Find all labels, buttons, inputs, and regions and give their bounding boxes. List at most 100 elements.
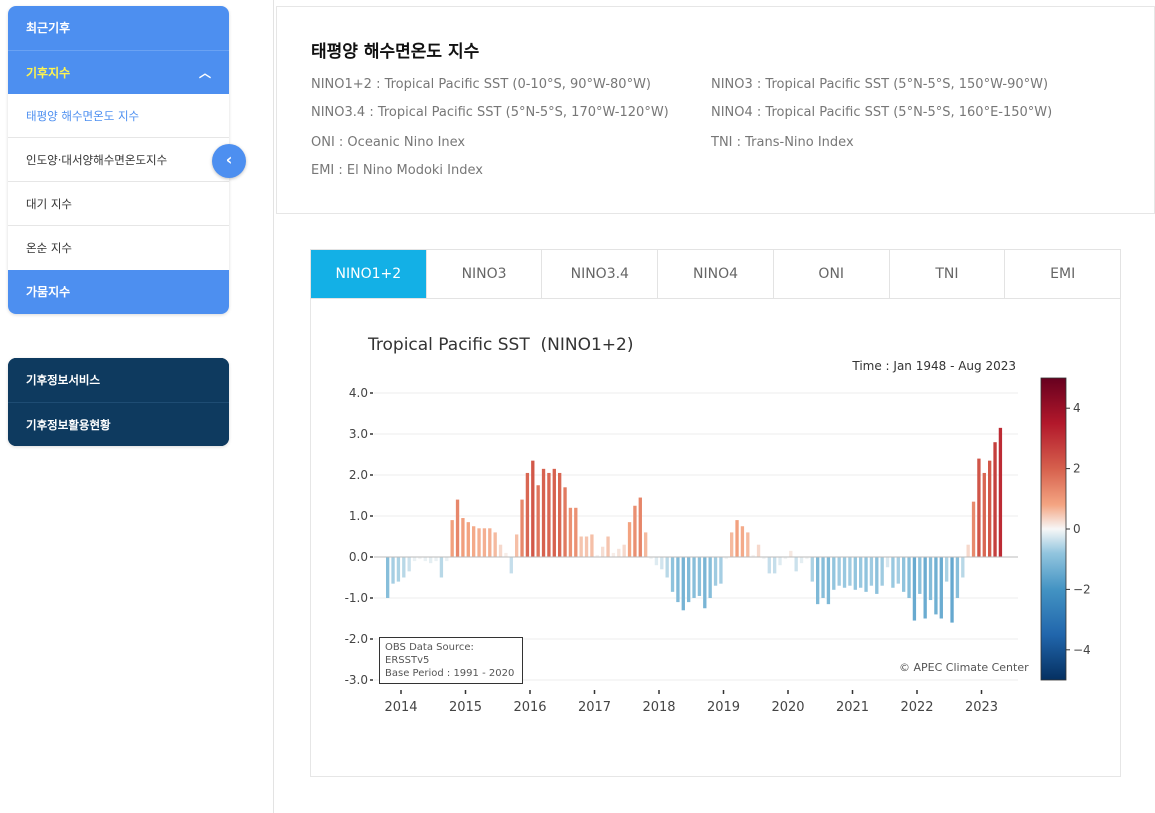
bar [767, 557, 771, 574]
y-tick-label: 0.0 [349, 550, 368, 564]
bar [590, 534, 594, 557]
colorbar-tick-label: 0 [1073, 522, 1081, 536]
data-source-label: OBS Data Source: ERSSTv5 [385, 642, 474, 666]
bar [810, 557, 814, 582]
chart-panel: Tropical Pacific SST (NINO1+2) Time : Ja… [310, 299, 1121, 777]
colorbar-tick-label: −2 [1073, 582, 1091, 596]
definition-nino4: NINO4 : Tropical Pacific SST (5°N-5°S, 1… [711, 105, 1053, 120]
tab-tni[interactable]: TNI [889, 250, 1006, 298]
bar [477, 528, 481, 557]
bar [644, 532, 648, 557]
sidebar-item-recent-climate[interactable]: 최근기후 [8, 6, 229, 50]
bar [412, 557, 417, 562]
bar [493, 532, 497, 557]
bar [853, 557, 857, 590]
bar [794, 557, 798, 572]
bar [627, 522, 632, 557]
colorbar-tick-label: 2 [1073, 462, 1081, 476]
bar [756, 544, 761, 557]
bar [955, 557, 960, 598]
bar [703, 557, 707, 609]
bar [541, 468, 546, 557]
bar [552, 468, 556, 557]
bar [982, 472, 986, 557]
sidebar-item-label: 기후지수 [26, 66, 71, 80]
y-tick-label: -3.0 [345, 673, 368, 687]
copyright-label: © APEC Climate Center [899, 661, 1029, 674]
sidebar: 최근기후 기후지수 ︿ 태평양 해수면온도 지수 인도양·대서양해수면온도지수 … [8, 6, 229, 446]
sidebar-item-climate-info-service[interactable]: 기후정보서비스 [8, 358, 229, 402]
bar [676, 557, 680, 603]
bar [961, 557, 965, 578]
bar [633, 505, 637, 557]
bar [864, 557, 868, 592]
bar [606, 536, 610, 557]
x-tick-label: 2023 [965, 700, 998, 715]
bar [450, 520, 454, 557]
bar [799, 557, 804, 564]
tab-oni[interactable]: ONI [773, 250, 890, 298]
bar [579, 536, 583, 557]
colorbar [1040, 377, 1067, 681]
sidebar-item-temperature-index[interactable]: 온순 지수 [8, 226, 229, 270]
bar [531, 460, 535, 557]
bar [923, 557, 927, 619]
bar [988, 460, 992, 557]
bar [735, 520, 739, 557]
bar [816, 557, 820, 605]
bar [971, 501, 976, 557]
bar [665, 557, 669, 578]
index-info-card: 태평양 해수면온도 지수 NINO1+2 : Tropical Pacific … [276, 6, 1155, 214]
tab-emi[interactable]: EMI [1005, 250, 1121, 298]
bar [439, 557, 444, 578]
bar [885, 557, 890, 568]
bar [509, 557, 513, 574]
bar [687, 557, 691, 603]
sidebar-item-indian-atlantic-sst[interactable]: 인도양·대서양해수면온도지수 [8, 138, 229, 182]
tab-nino3[interactable]: NINO3 [426, 250, 543, 298]
bar [638, 497, 642, 557]
bar [654, 557, 659, 566]
y-tick-label: 2.0 [349, 468, 368, 482]
definition-tni: TNI : Trans-Nino Index [711, 135, 854, 150]
tab-nino4[interactable]: NINO4 [658, 250, 774, 298]
x-tick-label: 2016 [513, 700, 546, 715]
bar [832, 557, 836, 590]
y-tick-label: -1.0 [345, 591, 368, 605]
bar [429, 557, 433, 564]
bar [622, 544, 626, 557]
bar [391, 557, 395, 584]
bar [934, 557, 938, 615]
bar [746, 532, 750, 557]
tab-nino34[interactable]: NINO3.4 [542, 250, 659, 298]
x-tick-label: 2017 [578, 700, 611, 715]
bar [859, 557, 863, 588]
bar [869, 557, 874, 586]
bar [617, 548, 621, 557]
bar [719, 557, 723, 584]
sidebar-item-climate-info-usage[interactable]: 기후정보활용현황 [8, 402, 229, 446]
definition-nino12: NINO1+2 : Tropical Pacific SST (0-10°S, … [311, 77, 652, 92]
bar [536, 485, 540, 557]
bar [568, 507, 573, 557]
bar [837, 557, 841, 586]
bar [891, 557, 895, 588]
y-tick-label: 3.0 [349, 427, 368, 441]
definition-oni: ONI : Oceanic Nino Inex [311, 135, 466, 150]
sidebar-item-climate-index[interactable]: 기후지수 ︿ [8, 50, 229, 94]
sidebar-item-drought-index[interactable]: 가뭄지수 [8, 270, 229, 314]
sidebar-item-atmosphere-index[interactable]: 대기 지수 [8, 182, 229, 226]
sst-bar-chart: 4.0 3.0 2.0 1.0 0.0 -1.0 -2.0 -3.0 2014 2015 2016 2… [345, 377, 1091, 715]
index-tabs: NINO1+2 NINO3 NINO3.4 NINO4 ONI TNI EMI [310, 249, 1121, 299]
climate-menu: 최근기후 기후지수 ︿ 태평양 해수면온도 지수 인도양·대서양해수면온도지수 … [8, 6, 229, 314]
bar [778, 557, 782, 566]
bar [601, 546, 605, 557]
bar [584, 536, 589, 557]
sidebar-collapse-button[interactable]: ‹ [212, 144, 246, 178]
tab-nino12[interactable]: NINO1+2 [311, 250, 427, 298]
sidebar-item-pacific-sst[interactable]: 태평양 해수면온도 지수 [8, 94, 229, 138]
bar [902, 557, 906, 592]
definition-emi: EMI : El Nino Modoki Index [311, 163, 483, 178]
service-menu: 기후정보서비스 기후정보활용현황 [8, 358, 229, 446]
bar [789, 550, 793, 557]
